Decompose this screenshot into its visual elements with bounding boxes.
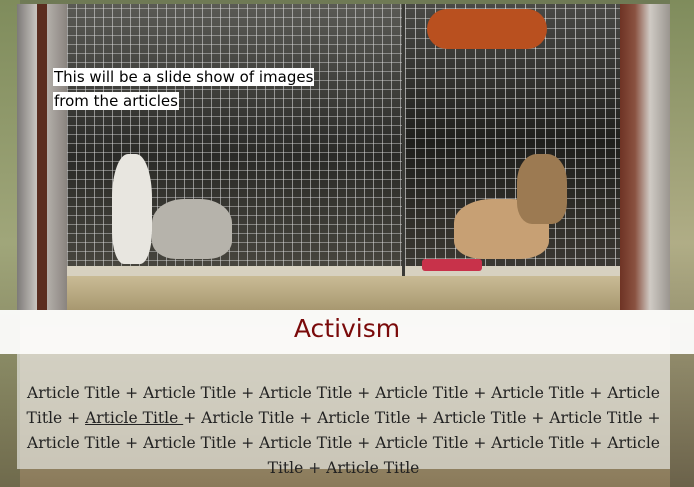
article-separator: +: [241, 434, 255, 452]
article-link[interactable]: Article Title: [143, 434, 236, 452]
article-separator: +: [357, 434, 371, 452]
article-link[interactable]: Article Title: [375, 384, 468, 402]
article-link[interactable]: Article Title: [326, 459, 419, 477]
article-link[interactable]: Article Title: [85, 409, 183, 427]
shed-wall-right: [620, 4, 670, 310]
cage-shelf-left: [67, 266, 402, 276]
article-separator: +: [415, 409, 429, 427]
article-link[interactable]: Article Title: [27, 384, 120, 402]
article-list: Article Title + Article Title + Article …: [17, 381, 670, 481]
slideshow-caption: This will be a slide show of images from…: [53, 65, 325, 113]
food-bowl: [422, 259, 482, 271]
article-separator: +: [183, 409, 197, 427]
article-separator: +: [125, 384, 139, 402]
white-dog: [112, 154, 152, 264]
article-separator: +: [473, 434, 487, 452]
shed-floor: [67, 276, 620, 310]
article-link[interactable]: Article Title: [491, 434, 584, 452]
article-link[interactable]: Article Title: [201, 409, 294, 427]
article-link[interactable]: Article Title: [317, 409, 410, 427]
article-separator: +: [589, 434, 603, 452]
article-link[interactable]: Article Title: [549, 409, 642, 427]
article-link[interactable]: Article Title: [375, 434, 468, 452]
red-dog: [427, 9, 547, 49]
article-link[interactable]: Article Title: [259, 434, 352, 452]
article-separator: +: [473, 384, 487, 402]
article-separator: +: [299, 409, 313, 427]
page-background-right: [670, 0, 694, 487]
slideshow-caption-line-2: from the articles: [53, 92, 179, 110]
article-link[interactable]: Article Title: [143, 384, 236, 402]
slideshow-caption-line-1: This will be a slide show of images: [53, 68, 315, 86]
article-link[interactable]: Article Title: [27, 434, 120, 452]
article-separator: +: [589, 384, 603, 402]
article-link[interactable]: Article Title: [433, 409, 526, 427]
brown-dog: [517, 154, 567, 224]
article-separator: +: [531, 409, 545, 427]
shed-pole: [37, 4, 47, 310]
article-link[interactable]: Article Title: [491, 384, 584, 402]
article-link[interactable]: Article Title: [259, 384, 352, 402]
article-separator: +: [308, 459, 322, 477]
article-separator: +: [647, 409, 661, 427]
article-separator: +: [241, 384, 255, 402]
section-title: Activism: [293, 314, 401, 343]
article-separator: +: [67, 409, 81, 427]
article-separator: +: [357, 384, 371, 402]
article-separator: +: [125, 434, 139, 452]
grey-dog: [152, 199, 232, 259]
article-image-slideshow[interactable]: [17, 4, 670, 310]
